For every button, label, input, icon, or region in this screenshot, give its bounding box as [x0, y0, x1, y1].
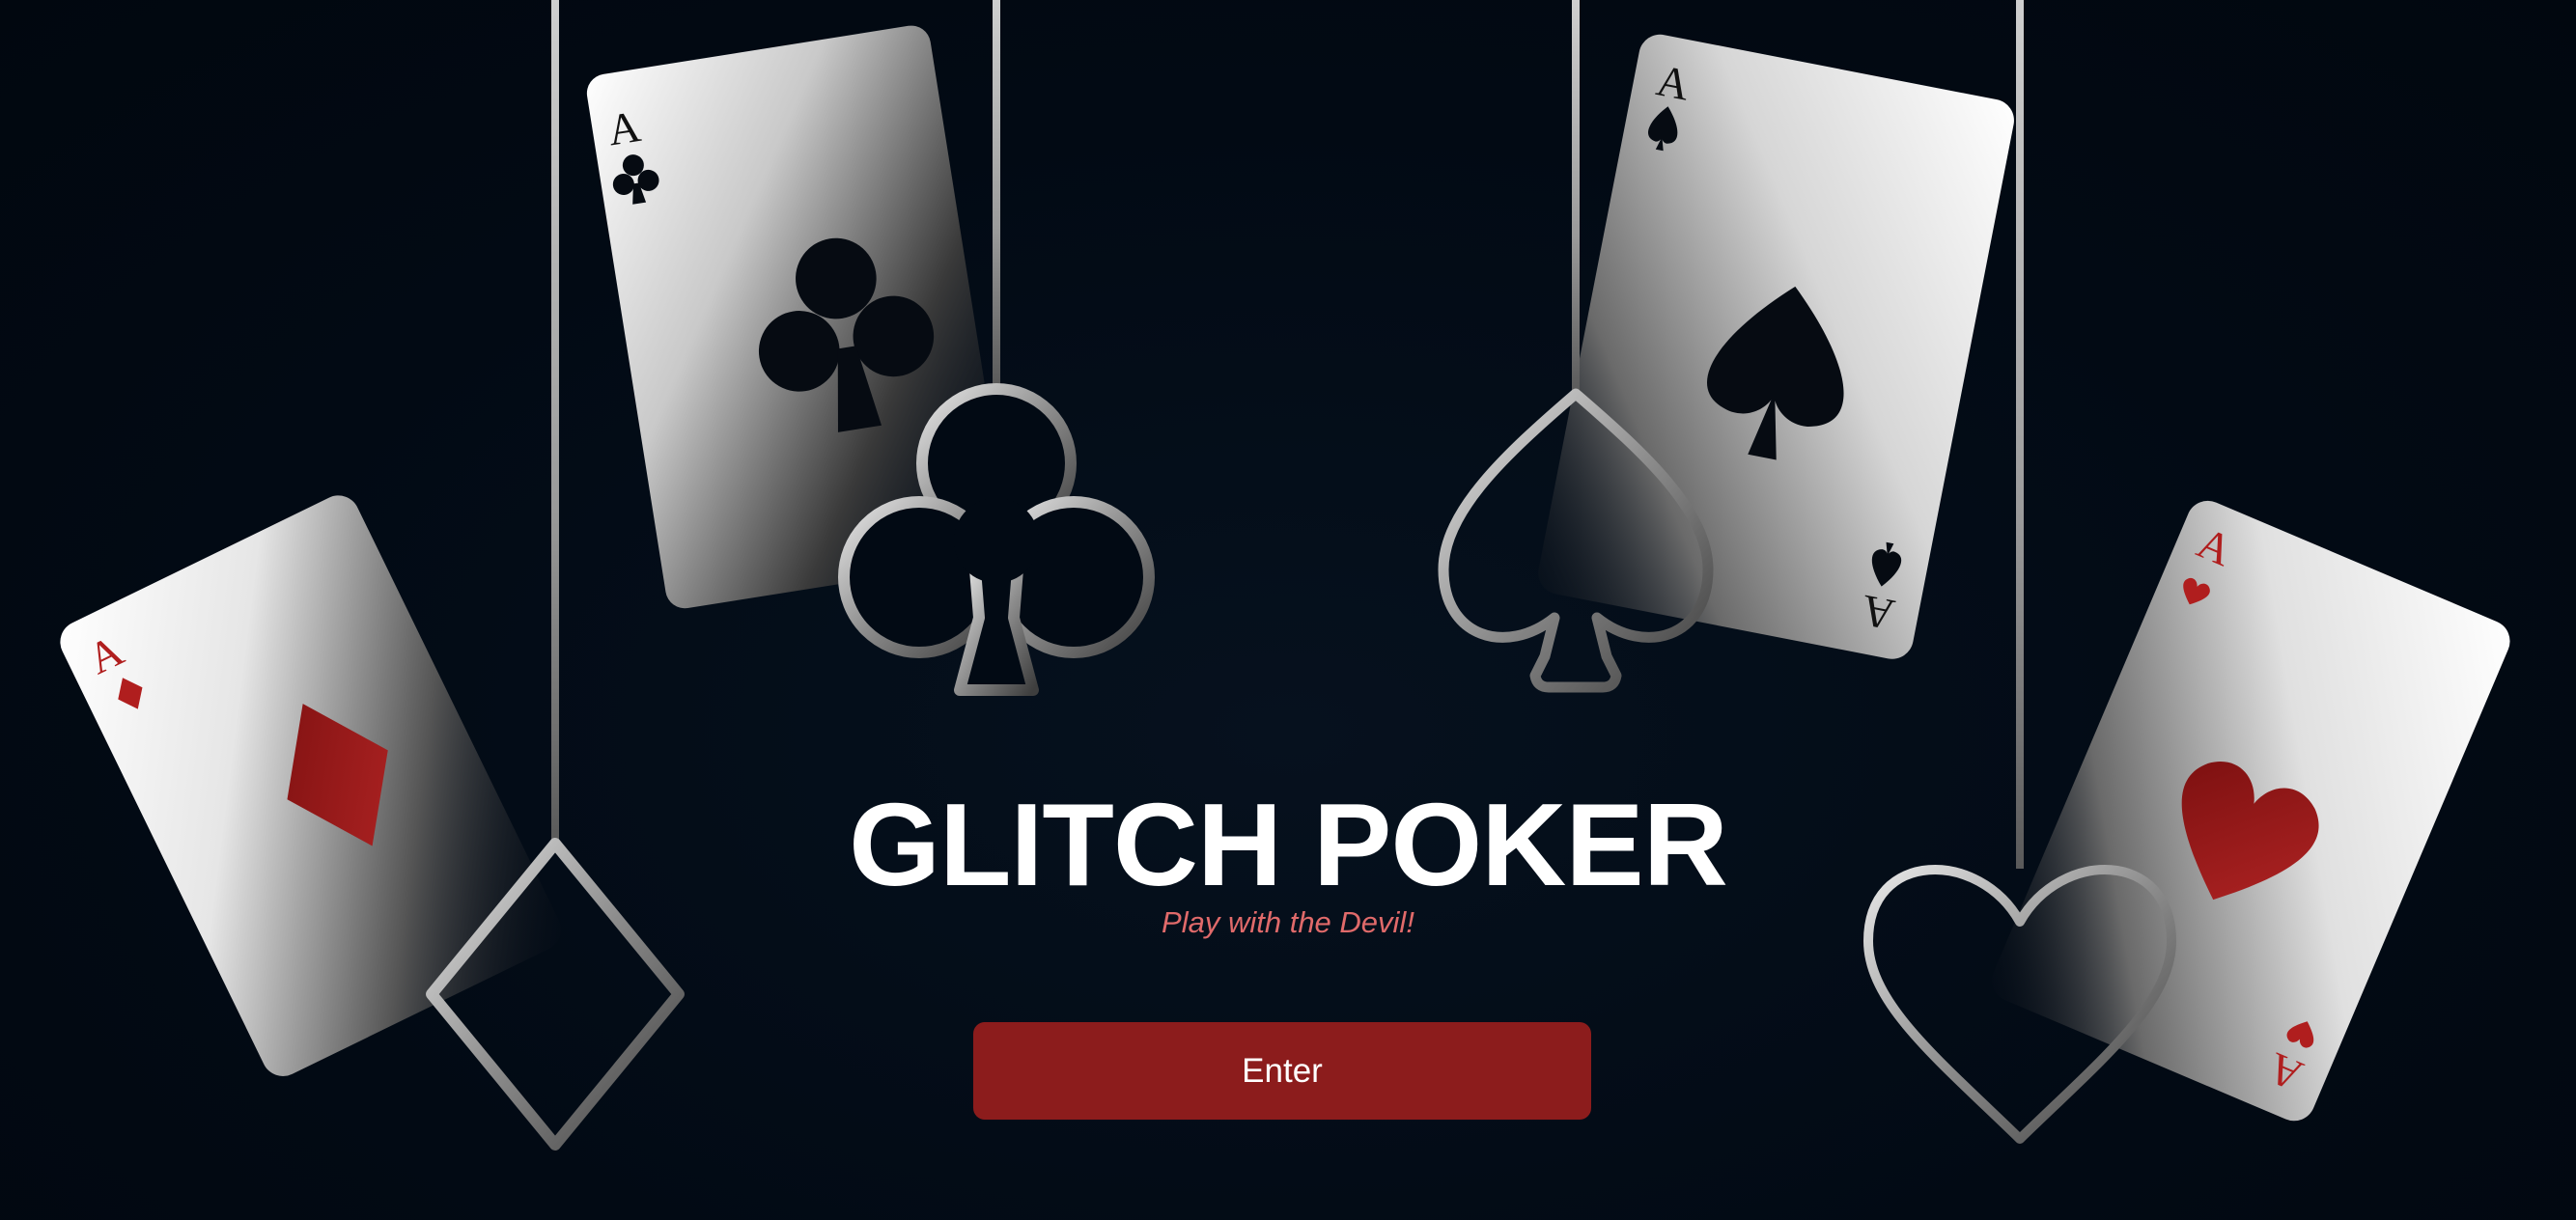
landing-screen: A A A A A A GLITCH POKER Play with the D… — [0, 0, 2576, 1220]
string-diamond — [551, 0, 559, 844]
string-heart — [2016, 0, 2024, 869]
page-title: GLITCH POKER — [849, 779, 1728, 910]
enter-button[interactable]: Enter — [973, 1022, 1591, 1120]
tagline: Play with the Devil! — [1162, 905, 1414, 939]
string-club — [993, 0, 1000, 386]
string-spade — [1572, 0, 1580, 394]
card-ace-of-spades: A A — [1538, 34, 2014, 659]
